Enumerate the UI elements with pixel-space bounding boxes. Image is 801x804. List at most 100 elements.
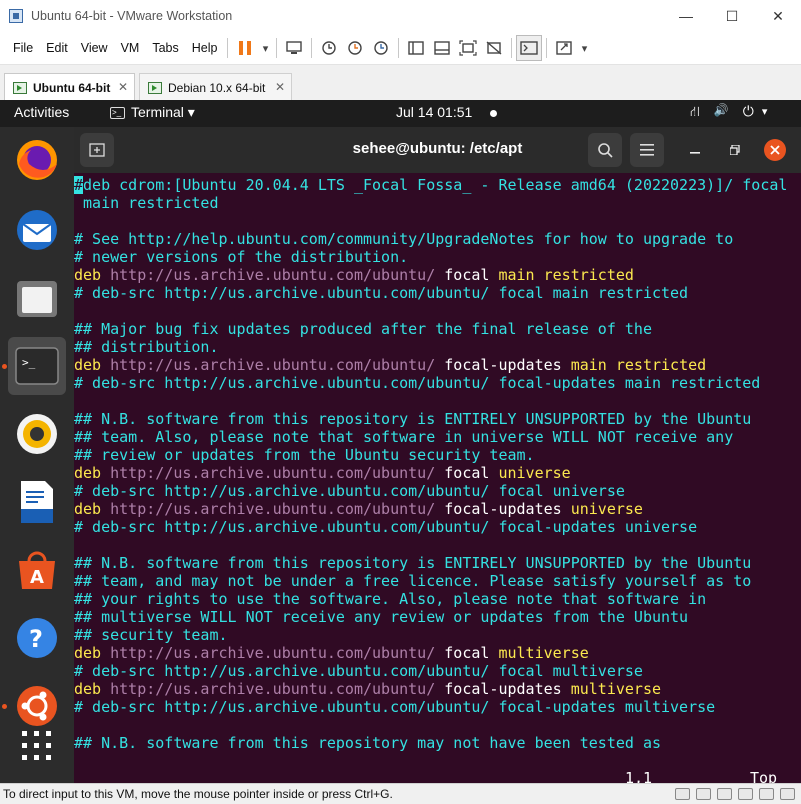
- line-segment: # See http://help.ubuntu.com/community/U…: [74, 230, 734, 248]
- stretch-dropdown-icon[interactable]: ▾: [577, 35, 591, 61]
- terminal-content[interactable]: #deb cdrom:[Ubuntu 20.04.4 LTS _Focal Fo…: [74, 173, 801, 787]
- terminal-window: sehee@ubuntu: /etc/apt #deb cdrom:[Ubunt…: [74, 127, 801, 787]
- line-segment: focal: [444, 266, 490, 284]
- ubuntu-dock: >_ A ?: [0, 127, 74, 783]
- status-message: To direct input to this VM, move the mou…: [3, 787, 393, 801]
- terminal-line: # deb-src http://us.archive.ubuntu.com/u…: [74, 482, 625, 500]
- display-icon[interactable]: [780, 788, 795, 800]
- terminal-line: ## your rights to use the software. Also…: [74, 590, 706, 608]
- notification-dot: [490, 110, 497, 117]
- menu-vm[interactable]: VM: [115, 41, 146, 55]
- tab-ubuntu[interactable]: Ubuntu 64-bit ✕: [4, 73, 135, 101]
- line-segment: [101, 356, 110, 374]
- menu-help[interactable]: Help: [186, 41, 224, 55]
- menu-button[interactable]: [630, 133, 664, 167]
- maximize-button[interactable]: ☐: [709, 0, 755, 32]
- minimize-button[interactable]: —: [663, 0, 709, 32]
- line-segment: main restricted: [74, 194, 219, 212]
- terminal-line: # newer versions of the distribution.: [74, 248, 408, 266]
- snapshot-icon[interactable]: [316, 35, 342, 61]
- tab-close-icon[interactable]: ✕: [118, 80, 128, 94]
- toolbar-separator: [511, 38, 513, 58]
- usb-icon[interactable]: [738, 788, 753, 800]
- firefox-icon[interactable]: [8, 131, 66, 189]
- tab-close-icon[interactable]: ✕: [275, 80, 285, 94]
- line-segment: ## team, and may not be under a free lic…: [74, 572, 752, 590]
- activities-button[interactable]: Activities: [14, 104, 69, 120]
- line-segment: [101, 266, 110, 284]
- terminal-line: ## review or updates from the Ubuntu sec…: [74, 446, 535, 464]
- line-segment: [562, 680, 571, 698]
- unity-icon[interactable]: [481, 35, 507, 61]
- line-segment: http://us.archive.ubuntu.com/ubuntu/: [110, 644, 436, 662]
- terminal-line: # See http://help.ubuntu.com/community/U…: [74, 230, 733, 248]
- close-button[interactable]: ✕: [755, 0, 801, 32]
- pause-icon[interactable]: [232, 35, 258, 61]
- terminal-maximize-button[interactable]: [725, 140, 745, 160]
- software-icon[interactable]: A: [8, 541, 66, 599]
- vmware-window: Ubuntu 64-bit - VMware Workstation — ☐ ✕…: [0, 0, 801, 804]
- running-indicator: [2, 364, 7, 369]
- network-adapter-icon[interactable]: [717, 788, 732, 800]
- terminal-icon[interactable]: >_: [8, 337, 66, 395]
- menu-view[interactable]: View: [75, 41, 114, 55]
- vm-tabs-bar: Ubuntu 64-bit ✕ Debian 10.x 64-bit ✕: [0, 64, 801, 101]
- console-view-icon[interactable]: [516, 35, 543, 61]
- search-button[interactable]: [588, 133, 622, 167]
- writer-icon[interactable]: [8, 473, 66, 531]
- terminal-line: ## N.B. software from this repository is…: [74, 410, 751, 428]
- line-segment: multiverse: [498, 644, 589, 662]
- menu-edit[interactable]: Edit: [40, 41, 74, 55]
- terminal-line: ## N.B. software from this repository is…: [74, 554, 751, 572]
- line-segment: ## multiverse WILL NOT receive any revie…: [74, 608, 689, 626]
- line-segment: universe: [498, 464, 571, 482]
- toolbar-separator: [546, 38, 548, 58]
- line-segment: [101, 680, 110, 698]
- terminal-line: # deb-src http://us.archive.ubuntu.com/u…: [74, 284, 688, 302]
- hdd-icon[interactable]: [675, 788, 690, 800]
- files-icon[interactable]: [8, 269, 66, 327]
- line-segment: [435, 680, 444, 698]
- running-indicator: [2, 704, 7, 709]
- cdrom-icon[interactable]: [696, 788, 711, 800]
- line-segment: multiverse: [570, 680, 662, 698]
- terminal-close-button[interactable]: [764, 139, 786, 161]
- full-screen-icon[interactable]: [455, 35, 481, 61]
- clock[interactable]: Jul 14 01:51: [396, 104, 472, 120]
- vm-running-icon: [13, 81, 27, 94]
- line-segment: # deb-src http://us.archive.ubuntu.com/u…: [74, 698, 716, 716]
- thumbnail-view-icon[interactable]: [429, 35, 455, 61]
- snapshot-manager-icon[interactable]: [368, 35, 394, 61]
- gnome-top-bar: Activities >_ Terminal ▾ Jul 14 01:51 ⛙ …: [0, 100, 801, 127]
- send-ctrl-alt-del-icon[interactable]: [281, 35, 307, 61]
- revert-snapshot-icon[interactable]: [342, 35, 368, 61]
- system-menu[interactable]: ⛙ 🔊 ⏻ ▾: [690, 103, 767, 122]
- line-segment: [435, 644, 444, 662]
- line-segment: deb: [74, 500, 102, 518]
- line-segment: focal-updates: [444, 356, 562, 374]
- tab-debian[interactable]: Debian 10.x 64-bit ✕: [139, 73, 292, 101]
- rhythmbox-icon[interactable]: [8, 405, 66, 463]
- terminal-line: ## Major bug fix updates produced after …: [74, 320, 652, 338]
- library-view-icon[interactable]: [403, 35, 429, 61]
- terminal-line: ## distribution.: [74, 338, 219, 356]
- help-icon[interactable]: ?: [8, 609, 66, 667]
- title-bar: Ubuntu 64-bit - VMware Workstation — ☐ ✕: [0, 0, 801, 32]
- restore-icon: [730, 145, 740, 155]
- status-bar: To direct input to this VM, move the mou…: [0, 783, 801, 804]
- toolbar-separator: [227, 38, 229, 58]
- search-icon: [598, 143, 613, 158]
- menu-file[interactable]: File: [7, 41, 39, 55]
- power-dropdown-icon[interactable]: ▾: [258, 35, 272, 61]
- show-apps-icon[interactable]: [8, 717, 66, 775]
- stretch-guest-icon[interactable]: [551, 35, 577, 61]
- menu-tabs[interactable]: Tabs: [146, 41, 184, 55]
- power-icon: ⏻: [742, 103, 754, 119]
- terminal-minimize-button[interactable]: [685, 140, 705, 160]
- app-menu[interactable]: >_ Terminal ▾: [110, 104, 195, 121]
- terminal-header-bar: sehee@ubuntu: /etc/apt: [74, 127, 801, 173]
- sound-icon[interactable]: [759, 788, 774, 800]
- thunderbird-icon[interactable]: [8, 201, 66, 259]
- line-segment: focal: [444, 644, 490, 662]
- toolbar-separator: [311, 38, 313, 58]
